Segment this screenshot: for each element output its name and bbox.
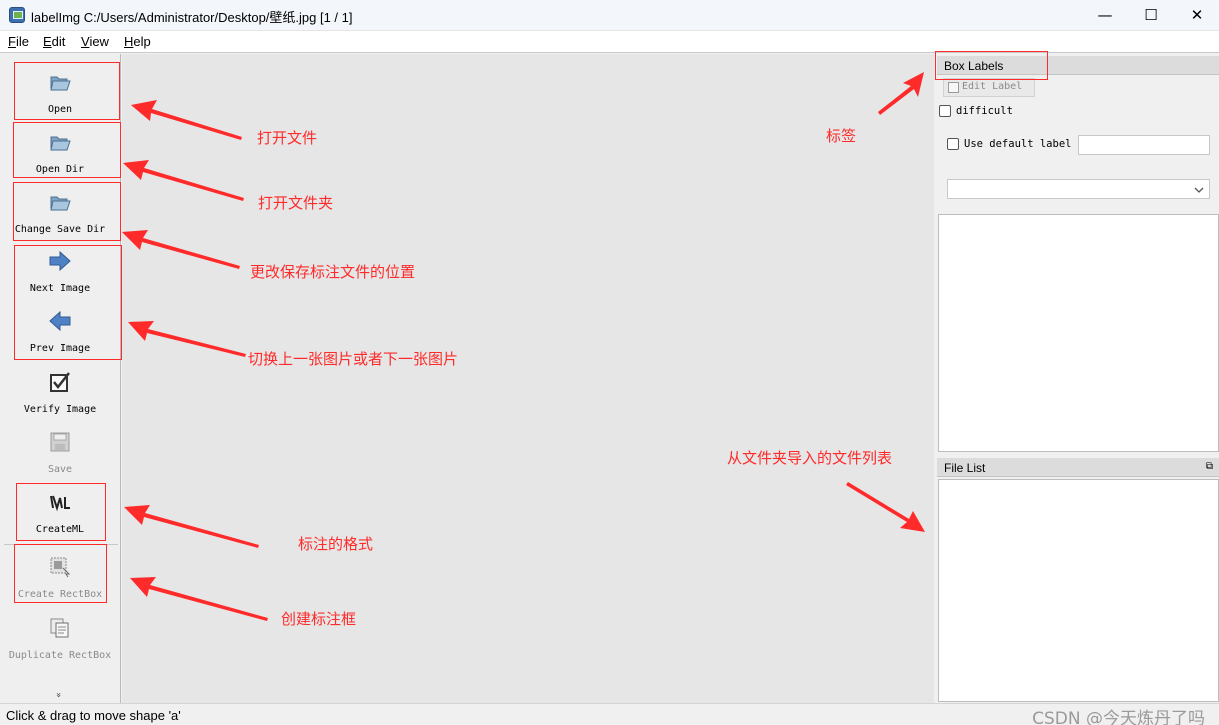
image-canvas[interactable] bbox=[122, 54, 934, 703]
highlight-box-labels bbox=[935, 51, 1048, 80]
highlight-next-prev bbox=[14, 245, 122, 360]
file-list-title: File List ⧉ bbox=[937, 458, 1219, 477]
annotation-label: 标签 bbox=[826, 127, 857, 145]
verify-image-button[interactable]: Verify Image bbox=[0, 361, 120, 419]
menu-edit[interactable]: Edit bbox=[43, 34, 65, 49]
duplicate-rectbox-label: Duplicate RectBox bbox=[8, 650, 112, 661]
status-message: Click & drag to move shape 'a' bbox=[6, 708, 181, 723]
label-list[interactable] bbox=[938, 214, 1219, 452]
annotation-file-list: 从文件夹导入的文件列表 bbox=[727, 449, 893, 467]
file-list[interactable] bbox=[938, 479, 1219, 702]
menu-view[interactable]: View bbox=[81, 34, 109, 49]
highlight-create-rectbox bbox=[14, 544, 107, 603]
window-title: labelImg C:/Users/Administrator/Desktop/… bbox=[31, 10, 353, 25]
save-label: Save bbox=[47, 464, 73, 475]
use-default-label-label: Use default label bbox=[964, 138, 1072, 150]
menu-bar: File Edit View Help bbox=[0, 31, 1219, 53]
menu-file[interactable]: File bbox=[8, 34, 29, 49]
annotation-switch-image: 切换上一张图片或者下一张图片 bbox=[248, 350, 459, 368]
highlight-open-dir bbox=[13, 122, 121, 178]
difficult-checkbox[interactable] bbox=[939, 105, 951, 117]
file-list-title-text: File List bbox=[944, 461, 986, 475]
save-icon bbox=[50, 432, 70, 452]
checkbox-checked-icon bbox=[50, 372, 70, 392]
toolbar-extension-button[interactable]: » bbox=[53, 692, 63, 698]
csdn-watermark: CSDN @今天炼丹了吗 bbox=[1032, 709, 1205, 725]
title-bar: labelImg C:/Users/Administrator/Desktop/… bbox=[0, 0, 1219, 31]
annotation-change-save-dir: 更改保存标注文件的位置 bbox=[250, 263, 416, 281]
highlight-open bbox=[14, 62, 120, 120]
annotation-create-box: 创建标注框 bbox=[281, 610, 357, 628]
maximize-button[interactable]: ☐ bbox=[1128, 3, 1174, 27]
save-button[interactable]: Save bbox=[0, 421, 120, 479]
chevron-down-icon bbox=[1194, 187, 1204, 193]
highlight-format bbox=[16, 483, 106, 541]
use-default-label-checkbox[interactable] bbox=[947, 138, 959, 150]
annotation-open-dir: 打开文件夹 bbox=[258, 194, 334, 212]
edit-label-text: Edit Label bbox=[962, 81, 1023, 92]
status-bar: Click & drag to move shape 'a' CSDN @今天炼… bbox=[0, 703, 1219, 725]
edit-label-button[interactable]: Edit Label bbox=[943, 78, 1035, 97]
float-dock-icon[interactable]: ⧉ bbox=[1206, 461, 1213, 472]
label-combo-box[interactable] bbox=[947, 179, 1210, 199]
close-button[interactable]: ✕ bbox=[1174, 3, 1219, 27]
default-label-input[interactable] bbox=[1078, 135, 1210, 155]
difficult-label: difficult bbox=[956, 105, 1013, 117]
duplicate-rectbox-button[interactable]: Duplicate RectBox bbox=[0, 607, 120, 665]
highlight-change-save-dir bbox=[13, 182, 121, 241]
annotation-open-file: 打开文件 bbox=[257, 129, 318, 147]
menu-help[interactable]: Help bbox=[124, 34, 151, 49]
verify-image-label: Verify Image bbox=[23, 404, 97, 415]
edit-icon bbox=[948, 82, 959, 93]
right-dock-panel: Box Labels Edit Label difficult Use defa… bbox=[935, 54, 1219, 703]
minimize-button[interactable]: — bbox=[1082, 3, 1128, 27]
labelimg-app-icon bbox=[9, 7, 25, 23]
duplicate-icon bbox=[50, 618, 69, 638]
annotation-format: 标注的格式 bbox=[298, 535, 374, 553]
